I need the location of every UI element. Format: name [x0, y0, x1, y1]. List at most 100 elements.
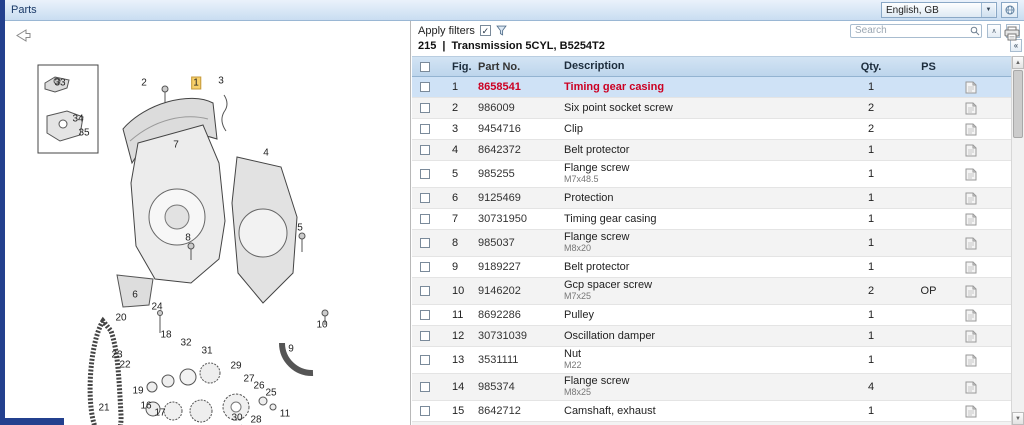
note-icon[interactable]	[965, 213, 977, 226]
row-part-no[interactable]: 3531111	[478, 354, 564, 366]
note-icon[interactable]	[965, 285, 977, 298]
diagram-label-9[interactable]: 9	[287, 344, 295, 355]
row-part-no[interactable]: 9125469	[478, 192, 564, 204]
row-checkbox[interactable]	[420, 406, 430, 416]
diagram-label-31[interactable]: 31	[200, 346, 213, 357]
row-part-no[interactable]: 986009	[478, 102, 564, 114]
note-icon[interactable]	[965, 192, 977, 205]
row-checkbox[interactable]	[420, 262, 430, 272]
table-row[interactable]: 3 9454716 Clip 2	[412, 119, 1011, 140]
row-part-no[interactable]: 30731950	[478, 213, 564, 225]
row-part-no[interactable]: 9146202	[478, 285, 564, 297]
header-fig[interactable]: Fig.	[438, 61, 478, 73]
note-icon[interactable]	[965, 381, 977, 394]
note-icon[interactable]	[965, 309, 977, 322]
diagram-label-10[interactable]: 10	[315, 320, 328, 331]
table-scrollbar[interactable]: ▲ ▼	[1011, 56, 1024, 425]
note-icon[interactable]	[965, 405, 977, 418]
diagram-label-7[interactable]: 7	[172, 140, 180, 151]
diagram-label-24[interactable]: 24	[150, 302, 163, 313]
table-row[interactable]: 11 8692286 Pulley 1	[412, 305, 1011, 326]
note-icon[interactable]	[965, 123, 977, 136]
filter-funnel-icon[interactable]	[496, 25, 507, 36]
row-part-no[interactable]: 8658541	[478, 81, 564, 93]
diagram-label-17[interactable]: 17	[153, 408, 166, 419]
note-icon[interactable]	[965, 102, 977, 115]
table-row[interactable]: 2 986009 Six point socket screw 2	[412, 98, 1011, 119]
scroll-down-button[interactable]: ▼	[1012, 412, 1024, 425]
diagram-label-35[interactable]: 35	[77, 128, 90, 139]
diagram-label-28[interactable]: 28	[249, 415, 262, 425]
diagram-label-5[interactable]: 5	[296, 223, 304, 234]
diagram-label-18[interactable]: 18	[159, 330, 172, 341]
table-row[interactable]: 1 8658541 Timing gear casing 1	[412, 77, 1011, 98]
table-row[interactable]: 4 8642372 Belt protector 1	[412, 140, 1011, 161]
row-part-no[interactable]: 9454716	[478, 123, 564, 135]
apply-filters-checkbox[interactable]: ✓	[480, 25, 491, 36]
table-row[interactable]: 15 8642712 Camshaft, exhaust 1	[412, 401, 1011, 422]
header-ps[interactable]: PS	[906, 61, 951, 73]
diagram-label-25[interactable]: 25	[264, 388, 277, 399]
row-checkbox[interactable]	[420, 382, 430, 392]
row-checkbox[interactable]	[420, 193, 430, 203]
diagram-label-2[interactable]: 2	[140, 78, 148, 89]
diagram-label-33[interactable]: 33	[53, 78, 66, 89]
diagram-label-29[interactable]: 29	[229, 361, 242, 372]
header-part-no[interactable]: Part No.	[478, 61, 564, 73]
back-button[interactable]	[15, 29, 31, 42]
row-checkbox[interactable]	[420, 310, 430, 320]
select-all-checkbox[interactable]	[420, 62, 430, 72]
scroll-up-button[interactable]: ▲	[1012, 56, 1024, 69]
diagram-label-19[interactable]: 19	[131, 386, 144, 397]
row-checkbox[interactable]	[420, 169, 430, 179]
print-button[interactable]	[1003, 25, 1021, 41]
row-checkbox[interactable]	[420, 238, 430, 248]
row-part-no[interactable]: 30731039	[478, 330, 564, 342]
note-icon[interactable]	[965, 330, 977, 343]
header-qty[interactable]: Qty.	[836, 61, 906, 73]
scrollbar-thumb[interactable]	[1013, 70, 1023, 138]
row-checkbox[interactable]	[420, 355, 430, 365]
row-part-no[interactable]: 8642372	[478, 144, 564, 156]
table-row[interactable]: 10 9146202 Gcp spacer screw M7x25 2 OP	[412, 278, 1011, 305]
row-part-no[interactable]: 985037	[478, 237, 564, 249]
row-checkbox[interactable]	[420, 82, 430, 92]
row-checkbox[interactable]	[420, 214, 430, 224]
row-checkbox[interactable]	[420, 103, 430, 113]
diagram-label-8[interactable]: 8	[184, 233, 192, 244]
diagram-label-21[interactable]: 21	[97, 403, 110, 414]
note-icon[interactable]	[965, 354, 977, 367]
note-icon[interactable]	[965, 168, 977, 181]
diagram-label-6[interactable]: 6	[131, 290, 139, 301]
language-select[interactable]: English, GB ▼	[881, 2, 997, 18]
table-row[interactable]: 6 9125469 Protection 1	[412, 188, 1011, 209]
header-description[interactable]: Description	[564, 61, 836, 72]
table-row[interactable]: 14 985374 Flange screw M8x25 4	[412, 374, 1011, 401]
diagram-label-3[interactable]: 3	[217, 76, 225, 87]
diagram-label-22[interactable]: 22	[118, 360, 131, 371]
table-row[interactable]: 5 985255 Flange screw M7x48.5 1	[412, 161, 1011, 188]
note-icon[interactable]	[965, 144, 977, 157]
diagram-label-11[interactable]: 11	[279, 409, 291, 420]
diagram-label-34[interactable]: 34	[71, 114, 84, 125]
row-checkbox[interactable]	[420, 124, 430, 134]
chevron-down-icon[interactable]: ▼	[981, 3, 995, 17]
diagram-label-1[interactable]: 1	[191, 77, 201, 90]
note-icon[interactable]	[965, 237, 977, 250]
diagram-label-30[interactable]: 30	[230, 413, 243, 424]
diagram-label-20[interactable]: 20	[114, 313, 127, 324]
table-row[interactable]: 7 30731950 Timing gear casing 1	[412, 209, 1011, 230]
previous-match-button[interactable]: ∧	[987, 24, 1001, 38]
diagram-label-32[interactable]: 32	[179, 338, 192, 349]
diagram-label-16[interactable]: 16	[139, 401, 152, 412]
table-row[interactable]: 9 9189227 Belt protector 1	[412, 257, 1011, 278]
search-input[interactable]	[850, 24, 982, 38]
row-checkbox[interactable]	[420, 286, 430, 296]
diagram-label-4[interactable]: 4	[262, 148, 270, 159]
table-row[interactable]: 13 3531111 Nut M22 1	[412, 347, 1011, 374]
table-row[interactable]: 8 985037 Flange screw M8x20 1	[412, 230, 1011, 257]
row-checkbox[interactable]	[420, 331, 430, 341]
search-icon[interactable]	[970, 26, 980, 36]
language-options-button[interactable]	[1001, 2, 1018, 18]
row-checkbox[interactable]	[420, 145, 430, 155]
